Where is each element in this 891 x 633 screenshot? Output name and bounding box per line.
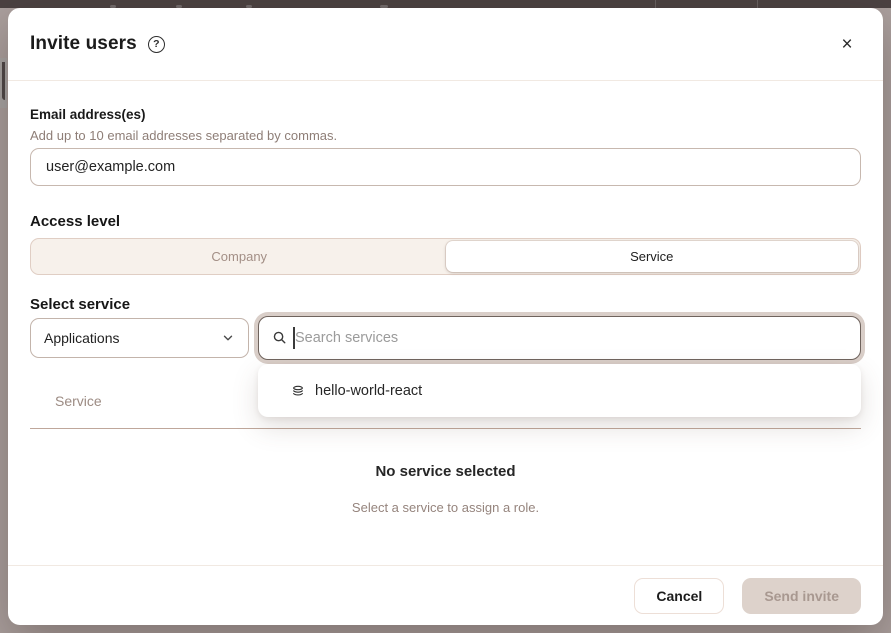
- chevron-down-icon: [221, 331, 235, 345]
- segment-company[interactable]: Company: [33, 241, 446, 272]
- help-icon[interactable]: ?: [148, 36, 165, 53]
- search-services-input[interactable]: [259, 317, 860, 359]
- table-header-divider: [30, 428, 861, 429]
- text-caret: [293, 327, 295, 349]
- close-icon[interactable]: ×: [833, 30, 861, 58]
- modal-header: Invite users ? ×: [8, 8, 883, 81]
- search-results-panel: hello-world-react: [258, 364, 861, 417]
- segment-service[interactable]: Service: [446, 241, 859, 272]
- email-input[interactable]: [30, 148, 861, 186]
- cancel-button[interactable]: Cancel: [634, 578, 724, 614]
- send-invite-button[interactable]: Send invite: [742, 578, 861, 614]
- service-search-field: [258, 316, 861, 360]
- email-label: Email address(es): [30, 107, 146, 122]
- service-column-header: Service: [55, 393, 102, 409]
- layers-icon: [291, 384, 305, 398]
- header-divider-fragment: [655, 0, 656, 8]
- invite-users-modal: Invite users ? × Email address(es) Add u…: [8, 8, 883, 625]
- header-divider-fragment: [757, 0, 758, 8]
- select-service-label: Select service: [30, 296, 130, 313]
- service-result-label: hello-world-react: [315, 383, 422, 399]
- service-type-selected-value: Applications: [44, 330, 120, 346]
- empty-state-subtitle: Select a service to assign a role.: [8, 500, 883, 515]
- modal-title: Invite users: [30, 33, 137, 55]
- email-helper-text: Add up to 10 email addresses separated b…: [30, 128, 337, 143]
- underlying-page-header: [0, 0, 891, 8]
- service-type-dropdown[interactable]: Applications: [30, 318, 249, 358]
- access-level-segmented-control: Company Service: [30, 238, 861, 275]
- empty-state-title: No service selected: [8, 463, 883, 480]
- service-result-item[interactable]: hello-world-react: [258, 364, 861, 417]
- access-level-label: Access level: [30, 213, 120, 230]
- underlying-page-logo-fragment: [0, 58, 7, 108]
- modal-footer: Cancel Send invite: [8, 565, 883, 625]
- search-icon: [272, 330, 287, 345]
